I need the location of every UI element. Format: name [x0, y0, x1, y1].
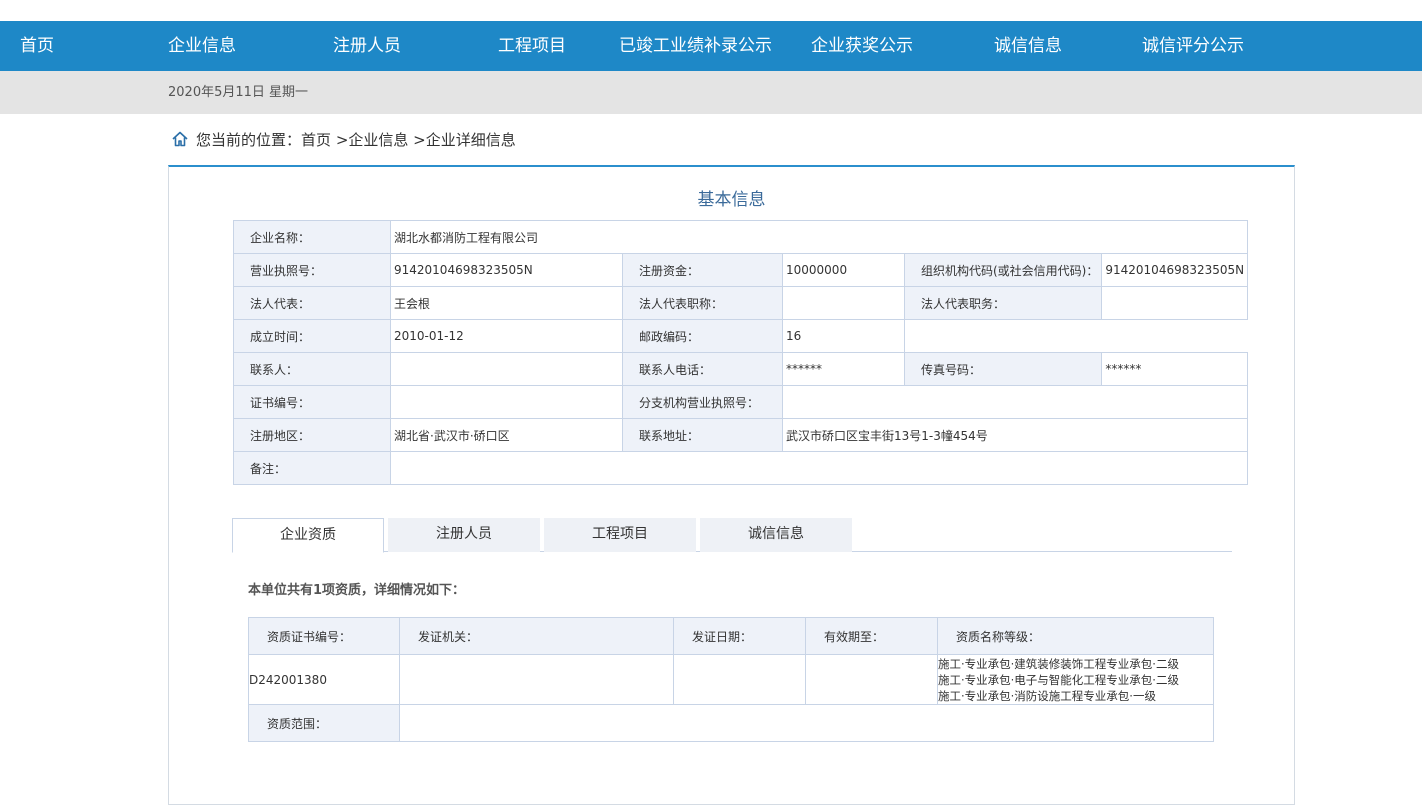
- header-valid-until: 有效期至：: [805, 617, 938, 655]
- content-panel: 基本信息 企业名称： 湖北水都消防工程有限公司 营业执照号： 914201046…: [168, 165, 1295, 805]
- info-row: 法人代表： 王会根 法人代表职称： 法人代表职务：: [233, 286, 1249, 320]
- company-name-value: 湖北水都消防工程有限公司: [389, 220, 1249, 254]
- detail-tabs: 企业资质 注册人员 工程项目 诚信信息: [232, 518, 1232, 553]
- nav-item-home[interactable]: 首页: [20, 21, 54, 71]
- basic-info-table: 企业名称： 湖北水都消防工程有限公司 营业执照号： 91420104698323…: [233, 220, 1249, 485]
- tab-projects[interactable]: 工程项目: [544, 518, 696, 552]
- home-icon: [172, 131, 188, 147]
- date-bar: 2020年5月11日 星期一: [0, 71, 1422, 114]
- info-row: 注册地区： 湖北省·武汉市·硚口区 联系地址： 武汉市硚口区宝丰街13号1-3幢…: [233, 418, 1249, 452]
- license-label: 营业执照号：: [233, 253, 391, 287]
- branch-license-label: 分支机构营业执照号：: [622, 385, 783, 419]
- breadcrumb-company-detail: >企业详细信息: [413, 131, 516, 149]
- org-code-value: 91420104698323505N: [1101, 253, 1249, 287]
- org-code-label: 组织机构代码(或社会信用代码)：: [903, 253, 1103, 287]
- cert-no-cell: D242001380: [248, 654, 400, 705]
- fax-value: ******: [1101, 352, 1249, 386]
- qualification-table: 资质证书编号： 发证机关： 发证日期： 有效期至： 资质名称等级： D24200…: [248, 617, 1214, 742]
- legal-position-label: 法人代表职务：: [903, 286, 1103, 320]
- capital-value: 10000000: [782, 253, 905, 287]
- contact-phone-label: 联系人电话：: [622, 352, 783, 386]
- company-name-label: 企业名称：: [233, 220, 391, 254]
- legal-position-value: [1101, 286, 1249, 320]
- grade-line: 施工·专业承包·消防设施工程专业承包·一级: [938, 688, 1156, 703]
- grade-line: 施工·专业承包·电子与智能化工程专业承包·二级: [938, 672, 1179, 687]
- nav-item-company-info[interactable]: 企业信息: [168, 21, 236, 71]
- nav-item-awards[interactable]: 企业获奖公示: [811, 21, 913, 71]
- branch-license-value: [781, 385, 1249, 419]
- section-title: 基本信息: [697, 190, 766, 210]
- info-row: 营业执照号： 91420104698323505N 注册资金： 10000000…: [233, 253, 1249, 287]
- contact-label: 联系人：: [233, 352, 391, 386]
- legal-title-value: [782, 286, 905, 320]
- grade-line: 施工·专业承包·建筑装修装饰工程专业承包·二级: [938, 656, 1179, 671]
- breadcrumb-company-info[interactable]: >企业信息: [336, 131, 409, 149]
- postcode-label: 邮政编码：: [622, 319, 783, 353]
- info-row: 备注：: [233, 451, 1249, 485]
- region-label: 注册地区：: [233, 418, 391, 452]
- address-value: 武汉市硚口区宝丰街13号1-3幢454号: [781, 418, 1249, 452]
- header-grade: 资质名称等级：: [937, 617, 1214, 655]
- cert-no-value: [390, 385, 623, 419]
- nav-item-registered-staff[interactable]: 注册人员: [333, 21, 401, 71]
- current-date: 2020年5月11日 星期一: [168, 85, 309, 100]
- cert-no-label: 证书编号：: [233, 385, 391, 419]
- breadcrumb-home[interactable]: 首页: [301, 131, 331, 149]
- header-cert-no: 资质证书编号：: [248, 617, 400, 655]
- issue-date-cell: [673, 654, 806, 705]
- scope-label: 资质范围：: [248, 704, 400, 742]
- legal-rep-value: 王会根: [390, 286, 623, 320]
- top-strip: [0, 0, 1422, 21]
- tab-credit-info[interactable]: 诚信信息: [700, 518, 852, 552]
- valid-until-cell: [805, 654, 938, 705]
- main-nav: 首页 企业信息 注册人员 工程项目 已竣工业绩补录公示 企业获奖公示 诚信信息 …: [0, 21, 1422, 71]
- issuer-cell: [399, 654, 674, 705]
- scope-row: 资质范围：: [248, 704, 1214, 742]
- postcode-value: 16: [782, 319, 905, 353]
- tab-registered-staff[interactable]: 注册人员: [388, 518, 540, 552]
- info-row: 企业名称： 湖北水都消防工程有限公司: [233, 220, 1249, 254]
- table-row: D242001380 施工·专业承包·建筑装修装饰工程专业承包·二级 施工·专业…: [248, 654, 1214, 705]
- breadcrumb-prefix: 您当前的位置：: [196, 131, 302, 149]
- nav-item-credit-score[interactable]: 诚信评分公示: [1142, 21, 1244, 71]
- remark-label: 备注：: [233, 451, 391, 485]
- table-header-row: 资质证书编号： 发证机关： 发证日期： 有效期至： 资质名称等级：: [248, 617, 1214, 655]
- legal-title-label: 法人代表职称：: [622, 286, 783, 320]
- breadcrumb: 您当前的位置：首页 >企业信息 >企业详细信息: [171, 128, 516, 152]
- nav-item-completed-performance[interactable]: 已竣工业绩补录公示: [619, 21, 772, 71]
- nav-item-credit-info[interactable]: 诚信信息: [994, 21, 1062, 71]
- contact-phone-value: ******: [782, 352, 905, 386]
- legal-rep-label: 法人代表：: [233, 286, 391, 320]
- nav-item-projects[interactable]: 工程项目: [498, 21, 566, 71]
- scope-value: [399, 704, 1214, 742]
- founded-value: 2010-01-12: [390, 319, 623, 353]
- license-value: 91420104698323505N: [390, 253, 623, 287]
- founded-label: 成立时间：: [233, 319, 391, 353]
- remark-value: [389, 451, 1249, 485]
- contact-value: [390, 352, 623, 386]
- info-row: 成立时间： 2010-01-12 邮政编码： 16: [233, 319, 1249, 353]
- region-value: 湖北省·武汉市·硚口区: [390, 418, 623, 452]
- empty-cell: [903, 319, 1249, 353]
- tab-qualification[interactable]: 企业资质: [232, 518, 384, 553]
- info-row: 证书编号： 分支机构营业执照号：: [233, 385, 1249, 419]
- capital-label: 注册资金：: [622, 253, 783, 287]
- header-issue-date: 发证日期：: [673, 617, 806, 655]
- address-label: 联系地址：: [622, 418, 783, 452]
- qualification-summary: 本单位共有1项资质，详细情况如下：: [248, 583, 466, 598]
- grade-cell: 施工·专业承包·建筑装修装饰工程专业承包·二级 施工·专业承包·电子与智能化工程…: [937, 654, 1214, 705]
- info-row: 联系人： 联系人电话： ****** 传真号码： ******: [233, 352, 1249, 386]
- header-issuer: 发证机关：: [399, 617, 674, 655]
- fax-label: 传真号码：: [903, 352, 1103, 386]
